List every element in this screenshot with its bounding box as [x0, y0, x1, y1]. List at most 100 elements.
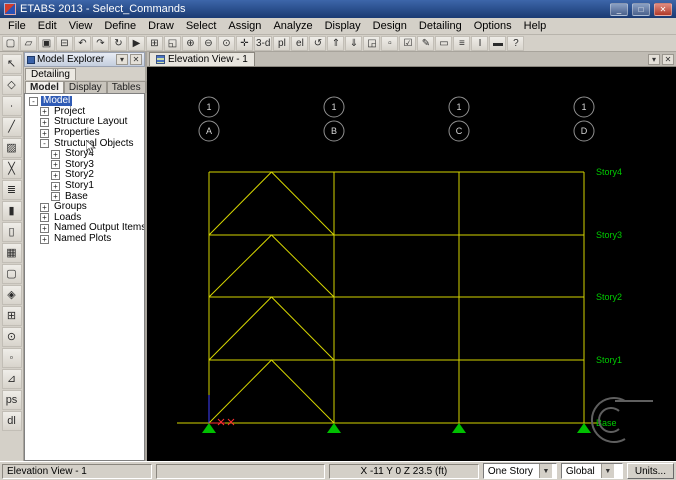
- tree-item-label[interactable]: Properties: [52, 128, 102, 138]
- tree-toggle-icon[interactable]: +: [51, 181, 60, 191]
- tree-toggle-icon[interactable]: +: [40, 128, 49, 138]
- quick-draw-wall-icon[interactable]: ▯: [1, 222, 22, 242]
- tree-item-label[interactable]: Groups: [52, 202, 89, 212]
- tree-item-label[interactable]: Named Output Items: [52, 223, 144, 233]
- story-range-dropdown[interactable]: One Story ▼: [482, 463, 557, 479]
- snap-grid-icon[interactable]: ⊞: [1, 306, 22, 326]
- select-pointer-icon[interactable]: ↖: [1, 54, 22, 74]
- tree-item-label[interactable]: Project: [52, 106, 87, 117]
- pan-icon[interactable]: ✛: [236, 35, 253, 51]
- select-box-icon[interactable]: ▭: [435, 35, 453, 51]
- tree-item[interactable]: + Story1: [27, 181, 144, 192]
- quick-draw-frame-icon[interactable]: ▨: [1, 138, 22, 158]
- tree-toggle-icon[interactable]: +: [40, 234, 49, 244]
- tab-detailing[interactable]: Detailing: [25, 68, 76, 80]
- refresh-window-icon[interactable]: ↻: [110, 35, 127, 51]
- perspective-toggle-icon[interactable]: ◲: [363, 35, 381, 51]
- previous-zoom-icon[interactable]: ⊙: [218, 35, 235, 51]
- quick-draw-floor-icon[interactable]: ▢: [1, 264, 22, 284]
- reshape-objects-icon[interactable]: ◇: [1, 75, 22, 95]
- undo-icon[interactable]: ↶: [74, 35, 91, 51]
- tree-toggle-icon[interactable]: +: [40, 107, 49, 117]
- explorer-tab[interactable]: Model: [25, 81, 64, 93]
- maximize-button[interactable]: □: [632, 2, 650, 16]
- draw-wall-icon[interactable]: ▮: [1, 201, 22, 221]
- view-close-icon[interactable]: ✕: [662, 53, 674, 65]
- help-icon[interactable]: ?: [507, 35, 525, 51]
- minimize-button[interactable]: _: [610, 2, 628, 16]
- snap-midpoint-icon[interactable]: ◦: [1, 348, 22, 368]
- chevron-down-icon[interactable]: ▼: [538, 464, 552, 478]
- quick-draw-brace-icon[interactable]: ╳: [1, 159, 22, 179]
- view-elevation-icon[interactable]: el: [291, 35, 309, 51]
- tree-item-label[interactable]: Loads: [52, 212, 83, 223]
- tree-item-label[interactable]: Story3: [63, 159, 96, 170]
- section-cut-icon[interactable]: ps: [1, 390, 22, 410]
- open-file-icon[interactable]: ▱: [20, 35, 37, 51]
- run-analysis-icon[interactable]: ▶: [128, 35, 145, 51]
- tree-toggle-icon[interactable]: +: [40, 117, 49, 127]
- zoom-in-icon[interactable]: ⊕: [182, 35, 199, 51]
- tree-toggle-icon[interactable]: +: [40, 213, 49, 223]
- load-display-icon[interactable]: dl: [1, 411, 22, 431]
- menu-item[interactable]: Options: [468, 19, 518, 33]
- tree-toggle-icon[interactable]: +: [51, 160, 60, 170]
- draw-link-icon[interactable]: ◈: [1, 285, 22, 305]
- assign-icon[interactable]: ✎: [417, 35, 435, 51]
- menu-item[interactable]: Select: [180, 19, 223, 33]
- menu-item[interactable]: Analyze: [267, 19, 318, 33]
- tree-item[interactable]: + Properties: [27, 128, 144, 139]
- snap-perpendicular-icon[interactable]: ⊿: [1, 369, 22, 389]
- tree-item[interactable]: - Model: [27, 96, 144, 107]
- draw-joint-icon[interactable]: ∙: [1, 96, 22, 116]
- tree-item-label[interactable]: Story2: [63, 170, 96, 180]
- tree-toggle-icon[interactable]: +: [51, 149, 60, 159]
- move-story-down-icon[interactable]: ⇓: [345, 35, 363, 51]
- chevron-down-icon[interactable]: ▼: [600, 464, 614, 478]
- zoom-out-icon[interactable]: ⊖: [200, 35, 217, 51]
- menu-item[interactable]: File: [2, 19, 32, 33]
- snap-joint-icon[interactable]: ⊙: [1, 327, 22, 347]
- menu-item[interactable]: Design: [367, 19, 413, 33]
- rotate-view-icon[interactable]: ↺: [309, 35, 327, 51]
- tree-toggle-icon[interactable]: -: [40, 139, 49, 149]
- tree-item-label[interactable]: Structural Objects: [52, 138, 135, 149]
- menu-item[interactable]: Detailing: [413, 19, 468, 33]
- explorer-tab[interactable]: Display: [63, 81, 107, 93]
- coordinate-system-dropdown[interactable]: Global ▼: [560, 463, 623, 479]
- object-shrink-icon[interactable]: ▫: [381, 35, 399, 51]
- menu-item[interactable]: Define: [98, 19, 142, 33]
- print-icon[interactable]: ⊟: [56, 35, 73, 51]
- frame-section-icon[interactable]: I: [471, 35, 489, 51]
- menu-item[interactable]: Display: [319, 19, 367, 33]
- tree-toggle-icon[interactable]: +: [51, 192, 60, 202]
- tree-toggle-icon[interactable]: +: [51, 170, 60, 180]
- tree-item-label[interactable]: Model: [41, 96, 73, 107]
- view-3d-icon[interactable]: 3-d: [254, 35, 273, 51]
- explorer-tab[interactable]: Tables: [106, 81, 146, 93]
- rubber-band-zoom-icon[interactable]: ⊞: [146, 35, 163, 51]
- menu-item[interactable]: Assign: [222, 19, 267, 33]
- tree-item[interactable]: + Groups: [27, 202, 144, 213]
- tab-elevation-view[interactable]: Elevation View - 1: [149, 52, 255, 66]
- view-menu-icon[interactable]: ▾: [648, 53, 660, 65]
- panel-close-icon[interactable]: ✕: [130, 54, 142, 65]
- tree-item-label[interactable]: Structure Layout: [52, 117, 129, 127]
- panel-menu-icon[interactable]: ▾: [116, 54, 128, 65]
- units-button[interactable]: Units...: [626, 463, 674, 479]
- move-story-up-icon[interactable]: ⇑: [327, 35, 345, 51]
- close-button[interactable]: ✕: [654, 2, 672, 16]
- tree-item-label[interactable]: Story1: [63, 181, 96, 191]
- properties-icon[interactable]: ≡: [453, 35, 471, 51]
- tree-item[interactable]: + Named Plots: [27, 234, 144, 245]
- grid-bubbles[interactable]: [198, 96, 595, 142]
- wall-section-icon[interactable]: ▬: [489, 35, 507, 51]
- tree-toggle-icon[interactable]: +: [40, 202, 49, 212]
- tree-item-label[interactable]: Story4: [63, 149, 96, 159]
- menu-item[interactable]: Edit: [32, 19, 63, 33]
- elevation-canvas[interactable]: 1 1 1 1 A B C D Story4 Story3 Story2 Sto…: [147, 67, 676, 461]
- tree-item-label[interactable]: Named Plots: [52, 234, 113, 244]
- new-model-icon[interactable]: ▢: [2, 35, 19, 51]
- redo-icon[interactable]: ↷: [92, 35, 109, 51]
- tree-toggle-icon[interactable]: +: [40, 223, 49, 233]
